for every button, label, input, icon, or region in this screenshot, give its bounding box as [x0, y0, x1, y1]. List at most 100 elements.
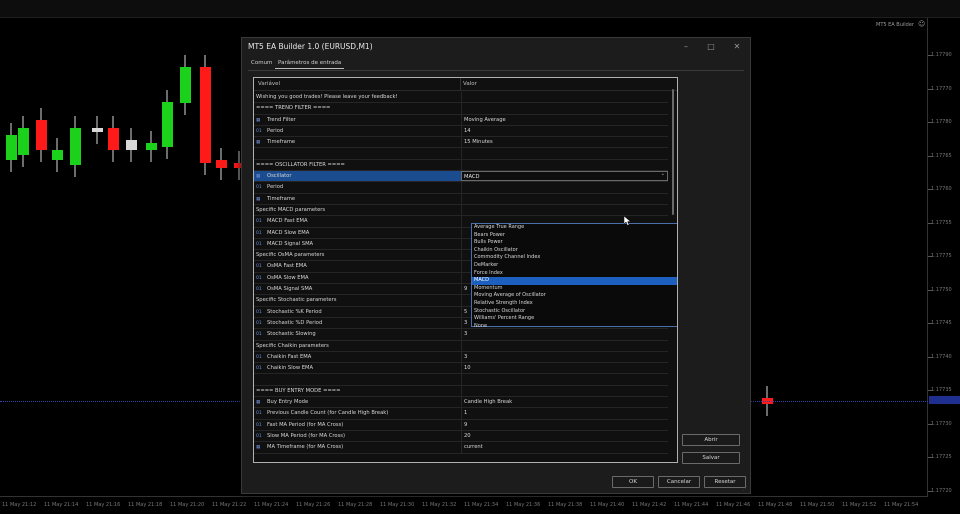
parameters-grid: Variável Valor Wishing you good trades! …: [253, 77, 678, 463]
parameter-value[interactable]: current: [461, 442, 668, 453]
chevron-down-icon[interactable]: ⌄: [661, 171, 665, 177]
time-axis[interactable]: 11 May 21:12 11 May 21:14 11 May 21:16 11 M…: [0, 496, 928, 514]
parameter-row[interactable]: 01 Period 14: [254, 125, 668, 138]
dialog-titlebar[interactable]: MT5 EA Builder 1.0 (EURUSD,M1) – □ ✕: [242, 38, 750, 56]
enum-type-icon: ▦: [256, 140, 261, 146]
parameter-value[interactable]: [461, 182, 668, 193]
parameter-value[interactable]: 1: [461, 408, 668, 419]
parameter-row[interactable]: ▦ MA Timeframe (for MA Cross) current: [254, 442, 668, 454]
parameter-value[interactable]: [461, 159, 668, 171]
parameter-value[interactable]: Moving Average: [461, 114, 668, 125]
expert-smiley-icon[interactable]: ☺: [918, 20, 925, 28]
parameter-row[interactable]: 01 Period: [254, 182, 668, 194]
parameter-name: 01 Stochastic %K Period: [256, 307, 460, 317]
oscillator-select[interactable]: MACD: [461, 171, 668, 182]
parameter-name-text: OsMA Slow EMA: [267, 274, 309, 281]
parameter-value[interactable]: 9: [461, 419, 668, 430]
parameter-name-text: Stochastic %K Period: [267, 308, 322, 315]
parameter-value[interactable]: 20: [461, 430, 668, 442]
close-icon[interactable]: ✕: [731, 41, 743, 53]
time-tick-label: 11 May 21:24: [254, 502, 289, 508]
column-header-value[interactable]: Valor: [463, 81, 477, 87]
parameter-row[interactable]: 01 Chaikin Fast EMA 3: [254, 351, 668, 364]
parameter-name: ▦ Buy Entry Mode: [256, 397, 460, 407]
open-button[interactable]: Abrir: [682, 434, 740, 446]
parameter-value[interactable]: [461, 148, 668, 159]
numeric-type-icon: 01: [256, 354, 262, 360]
parameter-value[interactable]: [461, 374, 668, 385]
parameter-row[interactable]: Specific MACD parameters: [254, 204, 668, 217]
reset-button[interactable]: Resetar: [704, 476, 746, 488]
parameter-row[interactable]: 01 Fast MA Period (for MA Cross) 9: [254, 419, 668, 431]
candle-body: [52, 150, 63, 160]
price-tick-label: 1.17730: [931, 420, 952, 427]
time-tick-label: 11 May 21:34: [464, 502, 499, 508]
parameter-row[interactable]: ==== OSCILLATOR FILTER ====: [254, 159, 668, 172]
parameter-row[interactable]: ▦ Trend Filter Moving Average: [254, 114, 668, 126]
parameter-row[interactable]: [254, 374, 668, 386]
ok-button[interactable]: OK: [612, 476, 654, 488]
dropdown-option[interactable]: Momentum: [472, 285, 677, 293]
parameter-row[interactable]: Specific Chaikin parameters: [254, 340, 668, 352]
candle-body: [200, 67, 211, 163]
column-separator[interactable]: [460, 78, 461, 91]
dropdown-option[interactable]: Bulls Power: [472, 239, 677, 247]
cancel-button[interactable]: Cancelar: [658, 476, 700, 488]
grid-scrollbar[interactable]: [672, 89, 674, 215]
parameter-row[interactable]: ==== BUY ENTRY MODE ====: [254, 385, 668, 398]
parameter-name-text: Stochastic Slowing: [267, 331, 316, 338]
dropdown-option[interactable]: Bears Power: [472, 232, 677, 240]
parameter-value[interactable]: 14: [461, 125, 668, 137]
time-tick-label: 11 May 21:18: [128, 502, 163, 508]
tab-common[interactable]: Comum: [248, 58, 275, 68]
resize-grip-icon[interactable]: ⋰: [743, 486, 749, 492]
parameter-value[interactable]: [461, 193, 668, 204]
dropdown-option[interactable]: Average True Range: [472, 224, 677, 232]
parameter-row[interactable]: ▦ Oscillator MACD ⌄: [254, 171, 668, 183]
dropdown-option[interactable]: Force Index: [472, 270, 677, 278]
parameter-row[interactable]: 01 Chaikin Slow EMA 10: [254, 363, 668, 375]
price-tick-label: 1.17745: [931, 320, 952, 326]
parameter-row[interactable]: Wishing you good trades! Please leave yo…: [254, 92, 668, 104]
dropdown-option[interactable]: Commodity Channel Index: [472, 254, 677, 262]
maximize-icon[interactable]: □: [705, 41, 717, 53]
parameter-row[interactable]: 01 Stochastic Slowing 3: [254, 329, 668, 341]
parameter-value[interactable]: 10: [461, 363, 668, 374]
parameter-value[interactable]: 3: [461, 329, 668, 340]
dropdown-option[interactable]: Stochastic Oscillator: [472, 308, 677, 316]
parameter-row[interactable]: ▦ Timeframe 15 Minutes: [254, 137, 668, 149]
parameter-value[interactable]: [461, 92, 668, 103]
parameter-row[interactable]: 01 Slow MA Period (for MA Cross) 20: [254, 430, 668, 443]
parameter-value[interactable]: [461, 340, 668, 351]
parameter-value[interactable]: Candle High Break: [461, 397, 668, 408]
grid-header: Variável Valor: [254, 78, 677, 91]
tab-divider: [248, 70, 744, 71]
time-tick-label: 11 May 21:30: [380, 502, 415, 508]
parameter-value[interactable]: 3: [461, 351, 668, 363]
parameter-name-text: Timeframe: [267, 139, 296, 146]
dropdown-option[interactable]: Chaikin Oscillator: [472, 247, 677, 255]
parameter-row[interactable]: ▦ Buy Entry Mode Candle High Break: [254, 397, 668, 409]
dropdown-option[interactable]: None: [472, 323, 677, 331]
dropdown-option[interactable]: MACD: [472, 277, 677, 285]
save-button[interactable]: Salvar: [682, 452, 740, 464]
parameter-value[interactable]: [461, 385, 668, 397]
parameter-value[interactable]: [461, 103, 668, 114]
minimize-icon[interactable]: –: [680, 41, 692, 53]
parameter-row[interactable]: [254, 148, 668, 160]
parameter-row[interactable]: ▦ Timeframe: [254, 193, 668, 205]
column-header-variable[interactable]: Variável: [258, 81, 280, 87]
candle-body: [126, 140, 137, 150]
parameter-value[interactable]: [461, 204, 668, 216]
parameter-row[interactable]: 01 Previous Candle Count (for Candle High…: [254, 408, 668, 420]
dropdown-option[interactable]: DeMarker: [472, 262, 677, 270]
tab-input-parameters[interactable]: Parâmetros de entrada: [275, 58, 345, 69]
current-price-marker: [929, 396, 960, 404]
dropdown-option[interactable]: Williams' Percent Range: [472, 315, 677, 323]
parameter-value[interactable]: 15 Minutes: [461, 137, 668, 148]
dropdown-option[interactable]: Relative Strength Index: [472, 300, 677, 308]
parameter-name-text: Previous Candle Count (for Candle High B…: [267, 410, 389, 417]
price-scale[interactable]: 1.17790 1.17770 1.17780 1.17765 1.17760 1.177…: [928, 18, 960, 496]
parameter-row[interactable]: ==== TREND FILTER ====: [254, 103, 668, 115]
dropdown-option[interactable]: Moving Average of Oscillator: [472, 292, 677, 300]
